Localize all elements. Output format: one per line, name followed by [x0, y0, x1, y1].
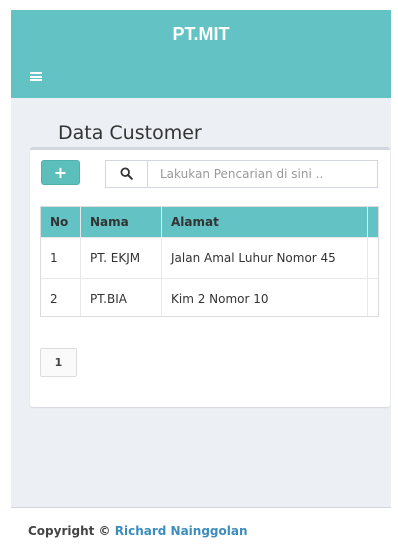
footer-copyright: Copyright © Richard Nainggolan	[28, 524, 248, 538]
cell-alamat: Kim 2 Nomor 10	[161, 278, 368, 316]
copyright-prefix: Copyright ©	[28, 524, 111, 538]
page-title: Data Customer	[58, 122, 202, 144]
brand-title[interactable]: PT.MIT	[11, 10, 391, 60]
customer-box: + No Nama Alamat	[30, 147, 390, 407]
author-link[interactable]: Richard Nainggolan	[115, 524, 248, 538]
add-customer-button[interactable]: +	[41, 160, 80, 185]
cell-extra	[367, 278, 378, 316]
column-header-nama[interactable]: Nama	[80, 207, 162, 238]
pagination-page-button[interactable]: 1	[40, 348, 77, 377]
cell-nama: PT. EKJM	[80, 237, 162, 279]
search-group	[105, 160, 378, 188]
search-input[interactable]	[149, 161, 375, 187]
cell-no: 1	[41, 237, 81, 279]
customer-table: No Nama Alamat 1 PT. EKJM Jalan Amal Luh…	[41, 207, 378, 316]
table-row[interactable]: 1 PT. EKJM Jalan Amal Luhur Nomor 45	[41, 237, 378, 279]
cell-extra	[367, 237, 378, 279]
search-icon[interactable]	[106, 161, 148, 187]
top-header: PT.MIT	[11, 10, 391, 98]
column-header-no[interactable]: No	[41, 207, 81, 238]
cell-alamat: Jalan Amal Luhur Nomor 45	[161, 237, 368, 279]
table-row[interactable]: 2 PT.BIA Kim 2 Nomor 10	[41, 278, 378, 316]
column-header-extra	[367, 207, 378, 238]
footer: Copyright © Richard Nainggolan	[11, 507, 391, 549]
hamburger-menu-icon[interactable]	[30, 72, 42, 81]
cell-nama: PT.BIA	[80, 278, 162, 316]
table-header-row: No Nama Alamat	[41, 207, 378, 238]
customer-table-wrapper: No Nama Alamat 1 PT. EKJM Jalan Amal Luh…	[40, 206, 379, 317]
app-frame: PT.MIT Data Customer + No Nama	[11, 10, 391, 549]
column-header-alamat[interactable]: Alamat	[161, 207, 368, 238]
cell-no: 2	[41, 278, 81, 316]
